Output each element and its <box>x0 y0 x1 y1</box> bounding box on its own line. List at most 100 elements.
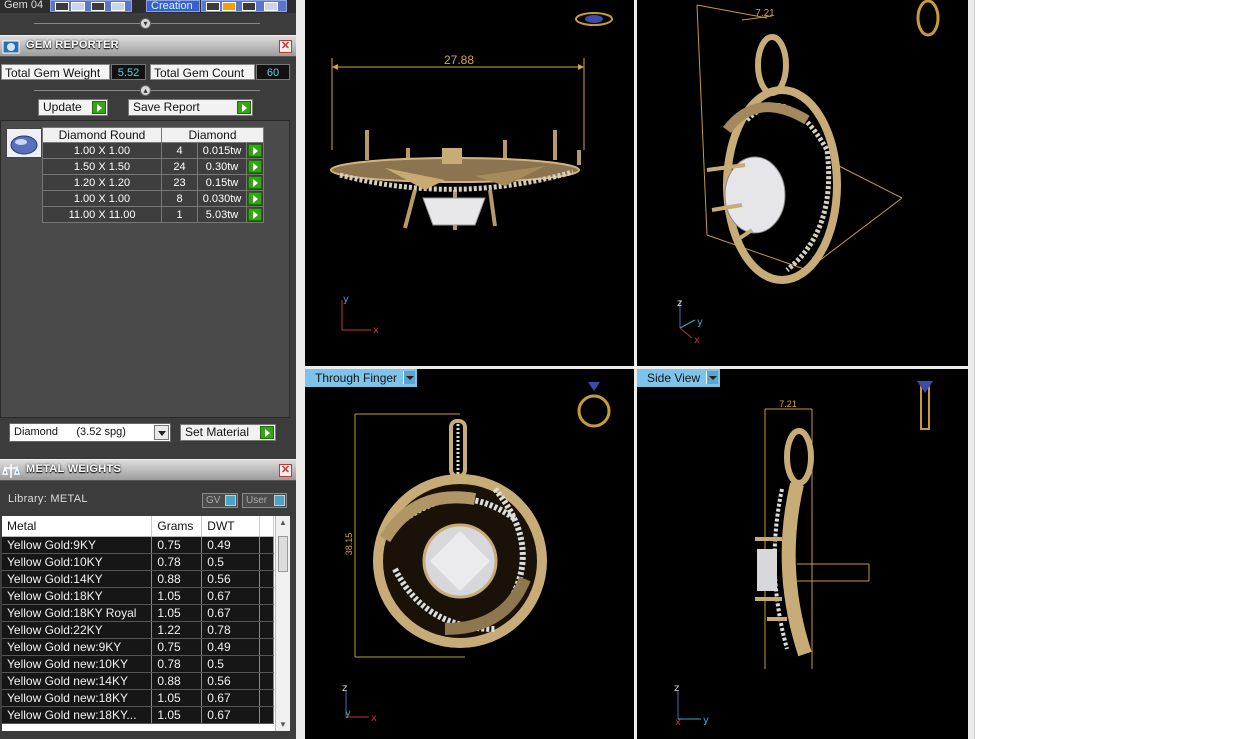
gem-table-row[interactable]: 1.50 X 1.50 24 0.30tw <box>42 158 264 175</box>
toggle-indicator-icon <box>225 495 236 506</box>
metal-table-scrollbar[interactable]: ▲ ▼ <box>275 516 290 731</box>
left-panel: Gem 04 Creation ▾ GEM REPORTER ✕ Total G… <box>0 0 296 739</box>
viewport-front[interactable]: 27.88 y x <box>305 0 634 366</box>
gem-row-go-button[interactable] <box>246 190 264 207</box>
metal-table-row[interactable]: Yellow Gold:22KY 1.22 0.78 <box>2 621 274 639</box>
scrollbar-thumb[interactable] <box>278 536 288 572</box>
gem-table-row[interactable]: 1.00 X 1.00 8 0.030tw <box>42 190 264 207</box>
dimension-label-perspective: 7.21 <box>755 8 775 19</box>
collapse-handle-icon[interactable]: ▾ <box>140 18 151 29</box>
app-window: Gem 04 Creation ▾ GEM REPORTER ✕ Total G… <box>0 0 1241 739</box>
lock-icon[interactable] <box>242 2 256 11</box>
metal-name-cell: Yellow Gold:18KY Royal <box>2 604 153 622</box>
gem-size-cell: 1.00 X 1.00 <box>42 190 162 207</box>
save-report-button[interactable]: Save Report <box>128 99 253 116</box>
metal-name-cell: Yellow Gold:14KY <box>2 570 153 588</box>
metal-column-header[interactable]: Metal <box>2 516 153 537</box>
gem-reporter-header: GEM REPORTER ✕ <box>0 35 296 57</box>
metal-grams-cell: 0.78 <box>151 553 203 571</box>
collapse-handle-icon[interactable]: ▴ <box>140 85 151 96</box>
metal-spare-cell <box>259 587 274 605</box>
metal-dwt-cell: 0.56 <box>201 672 261 690</box>
metal-spare-cell <box>259 604 274 622</box>
material-dropdown[interactable]: Diamond (3.52 spg) <box>9 423 171 442</box>
gem-row-go-button[interactable] <box>246 158 264 175</box>
metal-table-row[interactable]: Yellow Gold:18KY 1.05 0.67 <box>2 587 274 605</box>
view-selector-through-finger[interactable]: Through Finger <box>305 369 418 387</box>
gem-table-row[interactable]: 11.00 X 11.00 1 5.03tw <box>42 206 264 223</box>
gem-tab-buttons <box>50 0 132 12</box>
scroll-down-icon[interactable]: ▼ <box>279 720 287 729</box>
axis-y-label: y <box>703 715 709 726</box>
metal-name-cell: Yellow Gold:22KY <box>2 621 153 639</box>
metal-table-row[interactable]: Yellow Gold new:18KY 1.05 0.67 <box>2 689 274 707</box>
metal-table-row[interactable]: Yellow Gold:10KY 0.78 0.5 <box>2 553 274 571</box>
metal-table-row[interactable]: Yellow Gold new:9KY 0.75 0.49 <box>2 638 274 656</box>
close-icon[interactable]: ✕ <box>279 40 292 53</box>
viewport-side-view[interactable]: 7.21 z x y Side View <box>637 369 968 739</box>
set-material-button[interactable]: Set Material <box>180 424 276 441</box>
gem-row-go-button[interactable] <box>246 206 264 223</box>
metal-dwt-cell: 0.49 <box>201 536 261 554</box>
material-dropdown-value: Diamond (3.52 spg) <box>14 426 126 438</box>
axis-y-label: y <box>343 294 349 305</box>
metal-table-row[interactable]: Yellow Gold new:10KY 0.78 0.5 <box>2 655 274 673</box>
chevron-down-icon <box>706 371 719 384</box>
axis-y-label: y <box>345 708 351 719</box>
metal-table-row[interactable]: Yellow Gold new:14KY 0.88 0.56 <box>2 672 274 690</box>
pendant-front-render: 27.88 y x <box>330 12 613 336</box>
update-button-label: Update <box>43 100 82 114</box>
gem-row-go-button[interactable] <box>246 174 264 191</box>
info-icon[interactable] <box>111 2 125 11</box>
metal-weights-title: METAL WEIGHTS <box>26 463 122 475</box>
user-toggle[interactable]: User <box>242 493 287 508</box>
layer-icon[interactable] <box>71 2 85 11</box>
view-selector-side[interactable]: Side View <box>637 369 721 387</box>
color-icon[interactable] <box>222 2 236 11</box>
axis-y-label: y <box>697 317 703 328</box>
view-selector-label: Side View <box>647 371 701 385</box>
metal-grams-cell: 1.05 <box>151 604 203 622</box>
gem-table-row[interactable]: 1.00 X 1.00 4 0.015tw <box>42 142 264 159</box>
play-icon[interactable] <box>206 2 220 11</box>
metal-grams-cell: 0.78 <box>151 655 203 673</box>
scroll-up-icon[interactable]: ▲ <box>279 518 287 527</box>
creation-tab[interactable]: Creation <box>146 0 200 12</box>
gem-weight-cell: 0.30tw <box>197 158 247 175</box>
metal-name-cell: Yellow Gold new:18KY <box>2 689 153 707</box>
gem-count-cell: 1 <box>161 206 198 223</box>
axis-z-label: z <box>674 683 679 694</box>
metal-name-cell: Yellow Gold new:14KY <box>2 672 153 690</box>
go-arrow-icon <box>248 192 262 205</box>
metal-table-row[interactable]: Yellow Gold:14KY 0.88 0.56 <box>2 570 274 588</box>
diamond-round-thumbnail[interactable] <box>6 128 42 158</box>
metal-spare-cell <box>259 672 274 690</box>
metal-grams-cell: 0.88 <box>151 672 203 690</box>
update-button[interactable]: Update <box>38 99 108 116</box>
gem-size-cell: 1.50 X 1.50 <box>42 158 162 175</box>
metal-table-row[interactable]: Yellow Gold:9KY 0.75 0.49 <box>2 536 274 554</box>
metal-weights-area: Library: METAL GV User Metal Grams DWT Y… <box>0 483 296 739</box>
info-icon[interactable] <box>264 2 278 11</box>
dwt-column-header[interactable]: DWT <box>201 516 261 537</box>
lock-icon[interactable] <box>91 2 105 11</box>
gem-count-cell: 24 <box>161 158 198 175</box>
viewport-through-finger[interactable]: 38.15 z y x Through Finger <box>305 369 634 739</box>
spare-column-header <box>259 516 274 537</box>
top-tab-strip: Gem 04 Creation <box>0 0 296 13</box>
total-gem-count-label: Total Gem Count <box>150 64 255 80</box>
gem-tab[interactable]: Gem 04 <box>0 0 50 12</box>
total-gem-weight-value: 5.52 <box>111 64 146 80</box>
gem-table-row[interactable]: 1.20 X 1.20 23 0.15tw <box>42 174 264 191</box>
metal-table-row[interactable]: Yellow Gold:18KY Royal 1.05 0.67 <box>2 604 274 622</box>
close-icon[interactable]: ✕ <box>279 464 292 477</box>
play-icon[interactable] <box>55 2 69 11</box>
gem-row-go-button[interactable] <box>246 142 264 159</box>
metal-weights-header: METAL WEIGHTS ✕ <box>0 459 296 481</box>
viewport-perspective[interactable]: 7.21 z y x <box>637 0 968 366</box>
metal-table-row[interactable]: Yellow Gold new:18KY... 1.05 0.67 <box>2 706 274 724</box>
metal-grams-cell: 1.05 <box>151 587 203 605</box>
gv-toggle[interactable]: GV <box>202 493 238 508</box>
grams-column-header[interactable]: Grams <box>151 516 203 537</box>
metal-spare-cell <box>259 621 274 639</box>
